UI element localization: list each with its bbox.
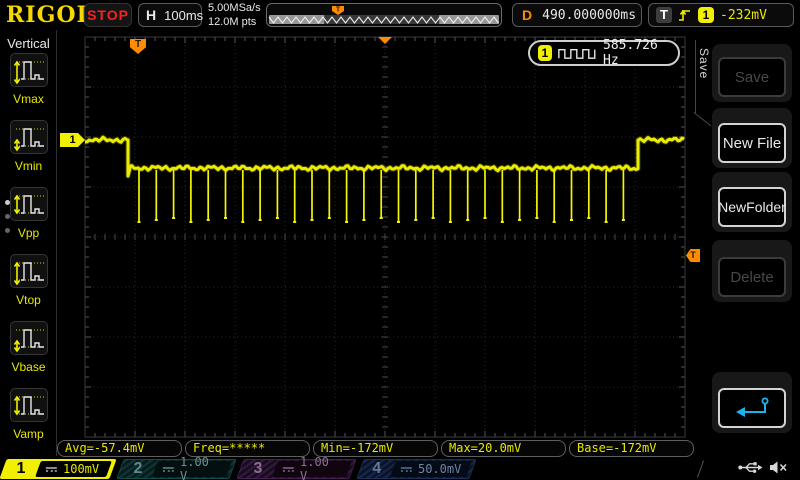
usb-icon [738, 462, 763, 473]
square-wave-icon [557, 48, 596, 59]
speaker-muted-icon [770, 461, 787, 474]
frequency-counter: 1 585.726 Hz [528, 38, 680, 68]
counter-value: 585.726 Hz [603, 38, 658, 68]
scope-graticule [84, 36, 686, 438]
counter-channel-badge: 1 [538, 45, 552, 61]
trigger-delay-center-marker [378, 37, 392, 44]
